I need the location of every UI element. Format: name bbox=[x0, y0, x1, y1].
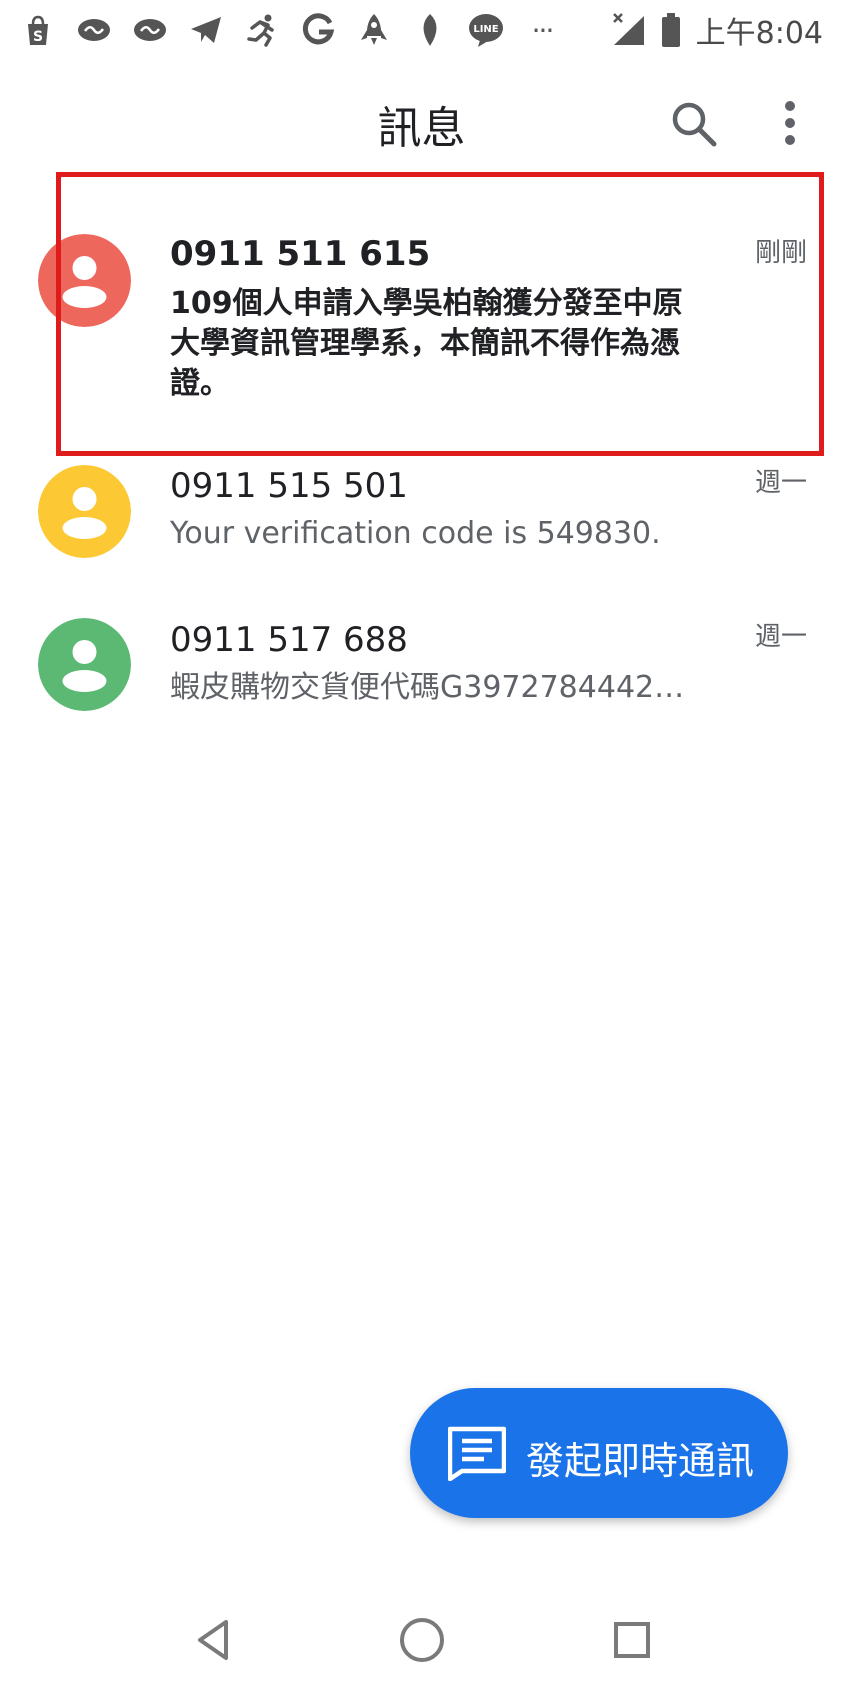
more-vert-icon bbox=[785, 101, 795, 145]
avatar bbox=[38, 465, 131, 558]
overflow-menu-button[interactable] bbox=[770, 96, 810, 152]
message-snippet: Your verification code is 549830. bbox=[170, 516, 661, 551]
navigation-bar bbox=[0, 1590, 843, 1686]
app-bar: 訊息 bbox=[0, 70, 843, 180]
messages-screen: S LINE ··· 上午8:04 訊息 0911 511 615 109個人申… bbox=[0, 0, 843, 1686]
chat-bubble-icon bbox=[76, 12, 112, 48]
home-icon bbox=[400, 1618, 444, 1662]
running-icon bbox=[244, 12, 280, 48]
message-time: 剛剛 bbox=[754, 238, 807, 268]
search-button[interactable] bbox=[666, 96, 722, 152]
person-icon bbox=[38, 618, 131, 711]
contact-name: 0911 511 615 bbox=[170, 234, 431, 274]
contact-name: 0911 517 688 bbox=[170, 620, 408, 660]
recents-button[interactable] bbox=[604, 1612, 660, 1668]
search-icon bbox=[672, 102, 717, 147]
conversation-item[interactable]: 0911 517 688 蝦皮購物交貨便代碼G3972784442… 週一 bbox=[0, 614, 843, 744]
leaf-icon bbox=[412, 12, 448, 48]
svg-text:S: S bbox=[33, 29, 43, 45]
message-time: 週一 bbox=[754, 622, 807, 652]
shopee-icon: S bbox=[20, 12, 56, 48]
back-icon bbox=[198, 1620, 228, 1660]
chat-bubble-icon bbox=[132, 12, 168, 48]
avatar bbox=[38, 234, 131, 327]
signal-icon bbox=[610, 12, 646, 48]
rocket-icon bbox=[356, 12, 392, 48]
person-icon bbox=[38, 465, 131, 558]
back-button[interactable] bbox=[186, 1612, 242, 1668]
message-icon bbox=[448, 1426, 506, 1481]
message-snippet: 109個人申請入學吳柏翰獲分發至中原大學資訊管理學系，本簡訊不得作為憑證。 bbox=[170, 286, 683, 401]
battery-icon bbox=[660, 12, 682, 48]
more-icon: ··· bbox=[531, 13, 555, 47]
avatar bbox=[38, 618, 131, 711]
recents-icon bbox=[614, 1622, 650, 1658]
svg-text:LINE: LINE bbox=[473, 24, 498, 35]
message-snippet: 蝦皮購物交貨便代碼G3972784442… bbox=[170, 670, 685, 705]
message-time: 週一 bbox=[754, 468, 807, 498]
clock-time: 上午8:04 bbox=[695, 16, 823, 51]
person-icon bbox=[38, 234, 131, 327]
start-chat-button[interactable]: 發起即時通訊 bbox=[410, 1388, 788, 1518]
line-icon: LINE bbox=[468, 12, 504, 48]
contact-name: 0911 515 501 bbox=[170, 466, 408, 506]
start-chat-label: 發起即時通訊 bbox=[526, 1439, 755, 1483]
status-bar: S LINE ··· 上午8:04 bbox=[0, 0, 843, 60]
telegram-icon bbox=[188, 12, 224, 48]
conversation-item[interactable]: 0911 515 501 Your verification code is 5… bbox=[0, 460, 843, 590]
google-icon bbox=[300, 12, 336, 48]
home-button[interactable] bbox=[394, 1612, 450, 1668]
conversation-item[interactable]: 0911 511 615 109個人申請入學吳柏翰獲分發至中原大學資訊管理學系，… bbox=[0, 214, 843, 434]
